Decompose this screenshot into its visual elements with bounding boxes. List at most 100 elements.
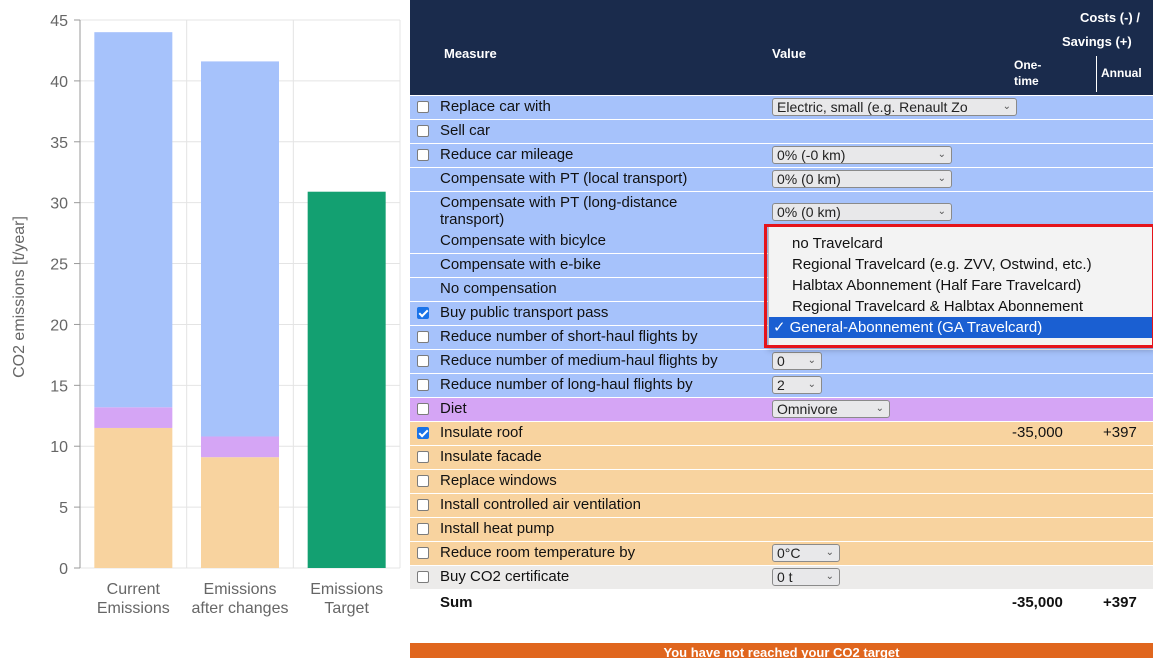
annual-savings: +397 [1103,424,1137,441]
select-value: Omnivore [777,401,838,417]
y-axis-label: CO2 emissions [t/year] [11,216,28,378]
measure-checkbox[interactable] [417,379,429,391]
target-status-banner: You have not reached your CO2 target [410,643,1153,658]
measure-checkbox[interactable] [417,101,429,113]
select-value: 0% (0 km) [777,204,841,220]
measure-label: Compensate with e-bike [440,256,601,273]
travelcard-dropdown-menu: no Travelcard Regional Travelcard (e.g. Z… [768,226,1153,348]
y-tick-label: 40 [50,74,68,91]
table-row: Replace car with Electric, small (e.g. Re… [410,96,1153,119]
select-value: 2 [777,377,785,393]
chevron-down-icon: ⌄ [825,571,834,582]
value-select[interactable]: Electric, small (e.g. Renault Zo ⌄ [772,98,1017,116]
measure-label: Reduce car mileage [440,146,574,163]
y-tick-label: 20 [50,317,68,334]
value-select[interactable]: 0% (-0 km) ⌄ [772,146,952,164]
value-select[interactable]: 0% (0 km) ⌄ [772,203,952,221]
measure-label: Replace windows [440,472,557,489]
select-value: 0% (0 km) [777,171,841,187]
bar-segment [201,436,279,458]
measure-label: Insulate facade [440,448,542,465]
chart-bars [94,32,386,568]
dropdown-option[interactable]: Halbtax Abonnement (Half Fare Travelcard… [769,275,1153,296]
value-select[interactable]: 0% (0 km) ⌄ [772,170,952,188]
measure-checkbox[interactable] [417,547,429,559]
measure-checkbox[interactable] [417,355,429,367]
measure-checkbox[interactable] [417,149,429,161]
measure-label: Reduce number of short-haul flights by [440,328,698,345]
dropdown-option-label: Halbtax Abonnement (Half Fare Travelcard… [792,277,1082,294]
x-tick-label: Emissions [204,581,277,598]
header-value: Value [772,46,806,61]
dropdown-option[interactable]: ✓ General-Abonnement (GA Travelcard) [769,317,1153,338]
table-row: Reduce room temperature by 0°C ⌄ [410,542,1153,565]
measure-checkbox[interactable] [417,571,429,583]
x-tick-label: Current [107,581,161,598]
select-value: 0 [777,353,785,369]
dropdown-option-label: General-Abonnement (GA Travelcard) [789,319,1043,336]
measure-checkbox[interactable] [417,307,429,319]
measure-label: Compensate with bicylce [440,232,606,249]
checkmark-icon: ✓ [773,319,786,336]
measure-checkbox[interactable] [417,331,429,343]
value-select[interactable]: 0 t ⌄ [772,568,840,586]
measure-checkbox[interactable] [417,523,429,535]
sum-annual: +397 [1103,594,1137,611]
chevron-down-icon: ⌄ [937,206,946,217]
y-axis-ticks: 0 5 10 15 20 25 30 35 40 45 [50,13,80,578]
measure-checkbox[interactable] [417,125,429,137]
measure-checkbox[interactable] [417,475,429,487]
measure-checkbox[interactable] [417,451,429,463]
table-row: Compensate with PT (local transport) 0% (… [410,168,1153,191]
measure-label: Install controlled air ventilation [440,496,641,513]
bar-segment [201,61,279,437]
dropdown-option[interactable]: no Travelcard [769,233,1153,254]
y-tick-label: 45 [50,13,68,30]
header-onetime-line1: One- [1014,58,1042,72]
measure-label: Reduce number of long-haul flights by [440,376,693,393]
measure-label-line2: transport) [440,211,505,228]
table-row: Install controlled air ventilation [410,494,1153,517]
bar-segment [94,427,173,568]
value-select[interactable]: 2 ⌄ [772,376,822,394]
x-tick-label: Emissions [97,600,170,617]
measure-label: Insulate roof [440,424,523,441]
chevron-down-icon: ⌄ [937,173,946,184]
measure-label: Compensate with PT (local transport) [440,170,688,187]
y-tick-label: 5 [59,500,68,517]
table-row: Replace windows [410,470,1153,493]
dropdown-option[interactable]: Regional Travelcard (e.g. ZVV, Ostwind, … [769,254,1153,275]
value-select[interactable]: 0°C ⌄ [772,544,840,562]
bar-segment [307,191,386,568]
measure-checkbox[interactable] [417,427,429,439]
dropdown-option-label: no Travelcard [792,235,883,252]
measure-checkbox[interactable] [417,403,429,415]
table-row: Compensate with PT (long-distance transpo… [410,192,1153,230]
dropdown-option-label: Regional Travelcard (e.g. ZVV, Ostwind, … [792,256,1092,273]
y-tick-label: 15 [50,378,68,395]
select-value: 0 t [777,569,793,585]
bar-segment [94,407,173,428]
measure-label: Reduce room temperature by [440,544,636,561]
y-tick-label: 35 [50,135,68,152]
chevron-down-icon: ⌄ [825,547,834,558]
value-select[interactable]: Omnivore ⌄ [772,400,890,418]
measure-label: Reduce number of medium-haul flights by [440,352,718,369]
value-select[interactable]: 0⌄ [772,352,822,370]
table-row: Diet Omnivore ⌄ [410,398,1153,421]
chevron-down-icon: ⌄ [937,149,946,160]
x-tick-label: Emissions [310,581,383,598]
select-value: Electric, small (e.g. Renault Zo [777,99,968,115]
header-onetime-line2: time [1014,74,1039,88]
table-row: Sell car [410,120,1153,143]
dropdown-option[interactable]: Regional Travelcard & Halbtax Abonnement [769,296,1153,317]
dropdown-option-label: Regional Travelcard & Halbtax Abonnement [792,298,1084,315]
chevron-down-icon: ⌄ [1002,101,1011,112]
measure-label: No compensation [440,280,557,297]
onetime-cost: -35,000 [1012,424,1063,441]
table-row: Install heat pump [410,518,1153,541]
table-row: Insulate roof -35,000 +397 [410,422,1153,445]
header-costs-line2: Savings (+) [1062,34,1132,49]
measure-label: Diet [440,400,467,417]
measure-checkbox[interactable] [417,499,429,511]
